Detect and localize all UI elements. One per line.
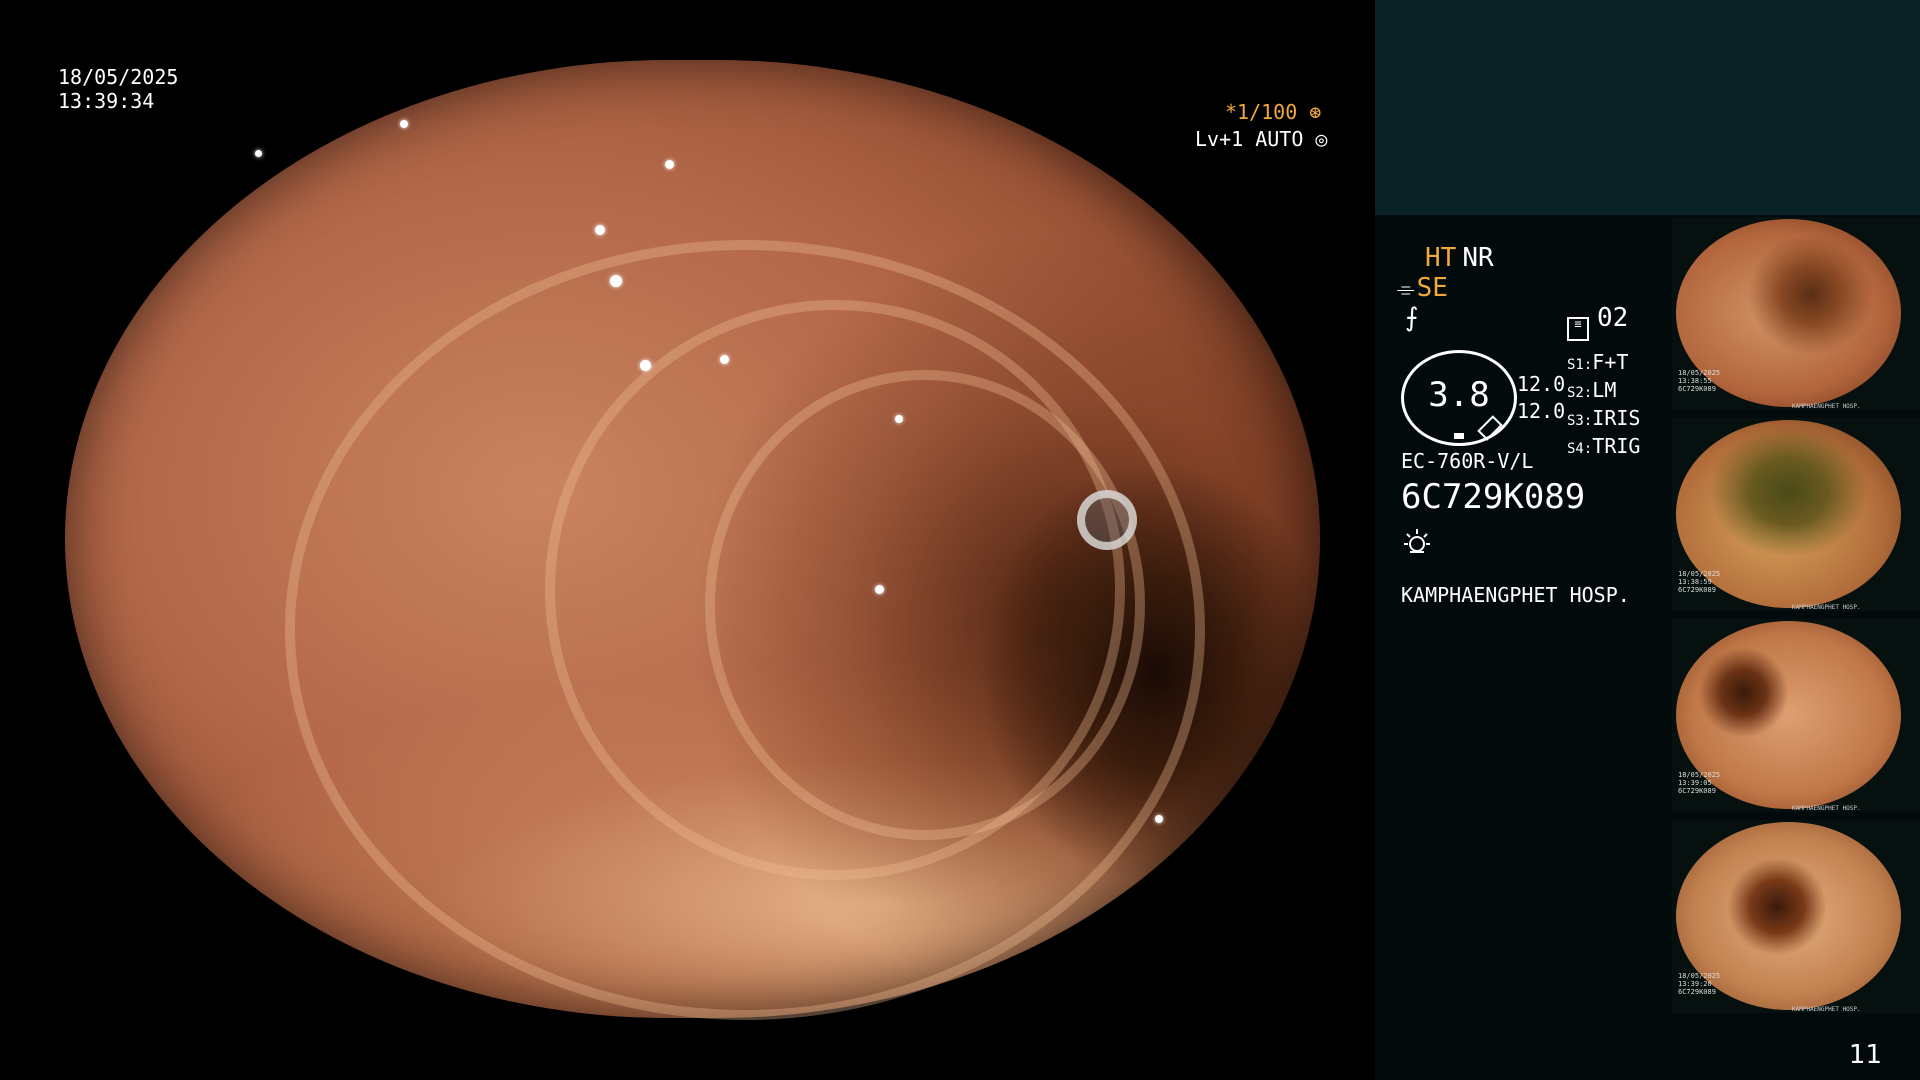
switch-key: S1: (1567, 357, 1593, 373)
thumbnail[interactable]: 18/05/2025 13:38:55 6C729K089 KAMPHAENGPHE… (1672, 217, 1920, 410)
zoom-value: 3.8 (1428, 375, 1490, 415)
light-icon (1404, 529, 1430, 553)
thumbnail-meta: 18/05/2025 13:39:05 6C729K089 (1678, 771, 1720, 795)
reading-2: 12.0 (1517, 399, 1566, 423)
switch-item: S4:TRIG (1567, 434, 1640, 462)
thumbnail-time: 13:39:20 (1678, 980, 1712, 988)
mode-value: 02 (1597, 303, 1629, 333)
thumbnail-footer: KAMPHAENGPHET HOSP. (1792, 403, 1861, 410)
gauge-bar (1454, 433, 1464, 439)
capture-datetime: 18/05/2025 13:39:34 (58, 65, 178, 113)
thumbnail-date: 18/05/2025 (1678, 771, 1721, 779)
aperture-icon: ⊛ (1309, 100, 1322, 124)
thumbnail-footer: KAMPHAENGPHET HOSP. (1792, 805, 1861, 812)
thumbnail-meta: 18/05/2025 13:38:55 6C729K089 (1678, 369, 1720, 393)
exposure-level: Lv+1 AUTO ◎ (1195, 127, 1327, 151)
endoscope-view: 18/05/2025 13:39:34 *1/100 ⊛ Lv+1 AUTO ◎ (0, 0, 1375, 1080)
endoscopic-image (65, 60, 1320, 1020)
light-reflection (255, 150, 262, 157)
scope-model: EC-760R-V/L (1401, 449, 1534, 473)
thumbnail[interactable]: 18/05/2025 13:39:05 6C729K089 KAMPHAENGPHE… (1672, 619, 1920, 812)
thumbnail-serial: 6C729K089 (1678, 586, 1716, 594)
gauge-pointer-icon (1477, 415, 1503, 441)
mode-indicator: ≡ 02 (1567, 303, 1628, 341)
switch-item: S3:IRIS (1567, 406, 1640, 434)
switch-item: S2:LM (1567, 378, 1640, 406)
info-panel: HT NR ⌯SE ⨍ ≡ 02 3.8 12.0 12.0 S1:F+T S2:L… (1375, 0, 1920, 1080)
thumbnail[interactable]: 18/05/2025 13:38:59 6C729K089 KAMPHAENGPHE… (1672, 418, 1920, 611)
thumbnail-date: 18/05/2025 (1678, 972, 1721, 980)
light-reflection (1077, 490, 1137, 550)
thumbnail-meta: 18/05/2025 13:39:20 6C729K089 (1678, 972, 1720, 996)
target-icon: ◎ (1315, 127, 1328, 151)
thumbnail-serial: 6C729K089 (1678, 787, 1716, 795)
thumbnail-footer: KAMPHAENGPHET HOSP. (1792, 1006, 1861, 1013)
ht-label: HT (1425, 243, 1457, 273)
page-number: 11 (1848, 1040, 1882, 1070)
switch-value: F+T (1592, 350, 1629, 374)
hospital-name: KAMPHAENGPHET HOSP. (1401, 583, 1630, 607)
mucosal-fold (705, 370, 1145, 840)
shutter-speed: *1/100 ⊛ (1225, 100, 1321, 124)
thumbnail-serial: 6C729K089 (1678, 385, 1716, 393)
switch-value: TRIG (1592, 434, 1641, 458)
thumbnail-time: 13:38:55 (1678, 377, 1712, 385)
light-reflection (895, 415, 903, 423)
light-reflection (610, 275, 622, 287)
light-reflection (665, 160, 674, 169)
se-line: ⌯SE (1397, 273, 1448, 303)
pump-icon: ⌯ (1397, 277, 1415, 302)
switch-value: IRIS (1592, 406, 1641, 430)
level-label: Lv+1 AUTO (1195, 127, 1304, 151)
se-label: SE (1416, 273, 1448, 303)
thumbnail-time: 13:39:05 (1678, 779, 1712, 787)
switch-item: S1:F+T (1567, 350, 1640, 378)
light-reflection (640, 360, 651, 371)
capture-date: 18/05/2025 (58, 65, 179, 89)
shutter-label: *1/100 (1225, 100, 1298, 124)
nr-label: NR (1462, 243, 1494, 273)
thumbnail[interactable]: 18/05/2025 13:39:20 6C729K089 KAMPHAENGPHE… (1672, 820, 1920, 1013)
switch-key: S3: (1567, 413, 1593, 429)
switch-value: LM (1592, 378, 1617, 402)
thumbnail-footer: KAMPHAENGPHET HOSP. (1792, 604, 1861, 611)
switch-settings: S1:F+T S2:LM S3:IRIS S4:TRIG (1567, 350, 1640, 462)
light-reflection (875, 585, 884, 594)
light-reflection (595, 225, 605, 235)
switch-key: S2: (1567, 385, 1593, 401)
light-reflection (1155, 815, 1163, 823)
thumbnail-strip: 18/05/2025 13:38:55 6C729K089 KAMPHAENGPHE… (1672, 217, 1920, 1021)
thumbnail-time: 13:38:59 (1678, 578, 1712, 586)
thumbnail-serial: 6C729K089 (1678, 988, 1716, 996)
scope-serial: 6C729K089 (1401, 477, 1586, 517)
function-icon: ⨍ (1405, 303, 1419, 333)
panel-header-area (1375, 0, 1920, 215)
reading-1: 12.0 (1517, 372, 1566, 396)
thumbnail-meta: 18/05/2025 13:38:59 6C729K089 (1678, 570, 1720, 594)
light-reflection (400, 120, 408, 128)
ht-nr-line: HT NR (1425, 243, 1494, 273)
thumbnail-date: 18/05/2025 (1678, 369, 1721, 377)
mode-box-icon: ≡ (1567, 317, 1589, 341)
switch-key: S4: (1567, 441, 1593, 457)
capture-time: 13:39:34 (58, 89, 155, 113)
thumbnail-date: 18/05/2025 (1678, 570, 1721, 578)
light-reflection (720, 355, 729, 364)
zoom-gauge: 3.8 (1401, 350, 1517, 446)
